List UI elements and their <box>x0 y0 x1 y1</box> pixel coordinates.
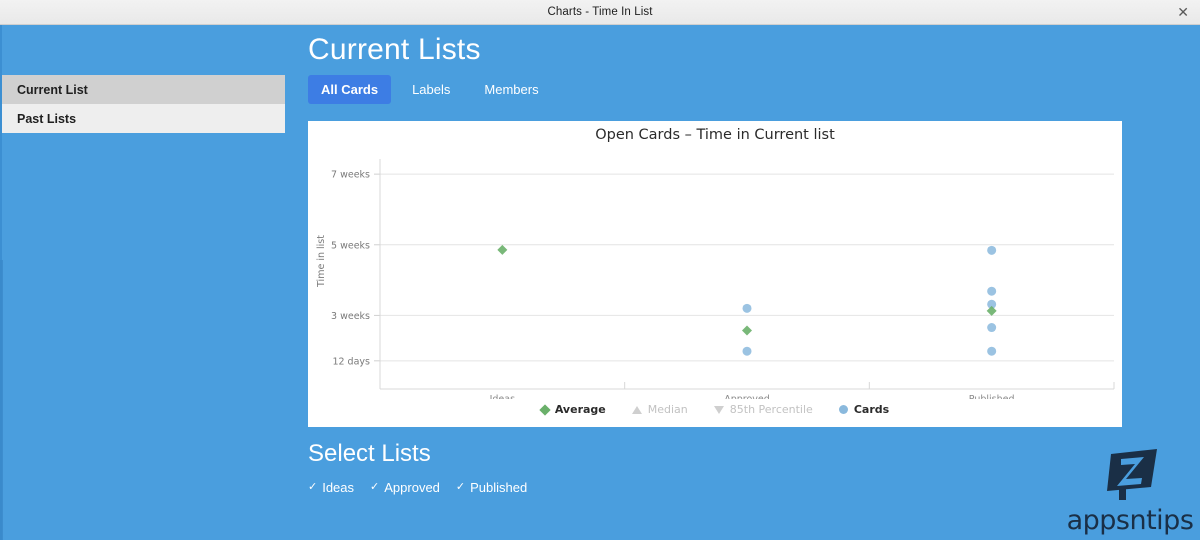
legend-label: 85th Percentile <box>729 403 813 416</box>
svg-text:3 weeks: 3 weeks <box>331 311 370 322</box>
chart-title: Open Cards – Time in Current list <box>595 127 835 143</box>
tab-label: All Cards <box>321 82 379 97</box>
sidebar-item-label: Current List <box>17 82 88 97</box>
y-axis-label: Time in list <box>316 235 327 287</box>
tab-label: Labels <box>412 82 451 97</box>
checkbox-published[interactable]: ✓ Published <box>456 480 527 495</box>
legend-item-average[interactable]: Average <box>539 403 606 416</box>
select-lists-title: Select Lists <box>308 440 431 467</box>
checkbox-label: Published <box>470 480 528 495</box>
window-titlebar: Charts - Time In List ✕ <box>0 0 1200 25</box>
appsntips-logo-icon <box>1107 449 1157 500</box>
sidebar: Current List Past Lists <box>2 75 285 133</box>
legend-label: Average <box>554 403 606 416</box>
legend-label: Cards <box>853 403 890 416</box>
checkbox-label: Ideas <box>322 480 355 495</box>
check-icon: ✓ <box>370 481 380 493</box>
legend-label: Median <box>647 403 688 416</box>
legend-item-cards[interactable]: Cards <box>838 403 890 416</box>
check-icon: ✓ <box>455 481 466 493</box>
vertical-scrollbar[interactable] <box>0 260 3 540</box>
check-icon: ✓ <box>308 481 318 493</box>
app-body: Current List Past Lists Current Lists Al… <box>0 25 1200 540</box>
tab-labels[interactable]: Labels <box>399 75 463 104</box>
watermark-text: appsntips <box>1066 505 1194 536</box>
tab-all-cards[interactable]: All Cards <box>308 75 392 104</box>
scatter-plot: Time in list 7 weeks 5 weeks 3 weeks 12 day… <box>308 149 1122 405</box>
chart-legend: Average Median 85th Percentile Cards <box>308 403 1122 416</box>
close-icon[interactable]: ✕ <box>1177 5 1189 19</box>
watermark: appsntips <box>1064 446 1196 534</box>
svg-text:Published: Published <box>969 394 1015 399</box>
checkbox-ideas[interactable]: ✓ Ideas <box>308 480 354 495</box>
circle-marker-icon <box>838 405 848 414</box>
plot-canvas: 7 weeks 5 weeks 3 weeks 12 days Ideas Approve… <box>331 159 1115 405</box>
page-title: Current Lists <box>308 33 481 66</box>
chart-panel: Open Cards – Time in Current list Time i… <box>308 121 1122 427</box>
select-lists-checkboxes: ✓ Ideas ✓ Approved ✓ Published <box>308 480 527 495</box>
charts-window: Charts - Time In List ✕ Current List Pas… <box>0 0 1200 540</box>
tab-members[interactable]: Members <box>471 75 551 104</box>
triangle-up-marker-icon <box>631 405 642 414</box>
tab-bar: All Cards Labels Members <box>308 75 1200 104</box>
svg-text:7 weeks: 7 weeks <box>331 170 370 181</box>
svg-text:Approved: Approved <box>724 394 770 399</box>
svg-text:12 days: 12 days <box>332 356 370 367</box>
checkbox-label: Approved <box>384 480 440 495</box>
tab-label: Members <box>484 82 539 97</box>
window-title: Charts - Time In List <box>547 6 653 18</box>
triangle-down-marker-icon <box>713 405 724 414</box>
legend-item-median[interactable]: Median <box>631 403 688 416</box>
diamond-marker-icon <box>539 403 551 416</box>
svg-text:5 weeks: 5 weeks <box>331 240 370 251</box>
svg-text:Ideas: Ideas <box>490 394 515 399</box>
main-content: Current Lists All Cards Labels Members O… <box>308 25 1200 495</box>
legend-item-85th-percentile[interactable]: 85th Percentile <box>713 403 813 416</box>
sidebar-item-past-lists[interactable]: Past Lists <box>2 104 285 133</box>
sidebar-item-current-list[interactable]: Current List <box>2 75 285 104</box>
checkbox-approved[interactable]: ✓ Approved <box>370 480 440 495</box>
sidebar-item-label: Past Lists <box>17 111 77 126</box>
